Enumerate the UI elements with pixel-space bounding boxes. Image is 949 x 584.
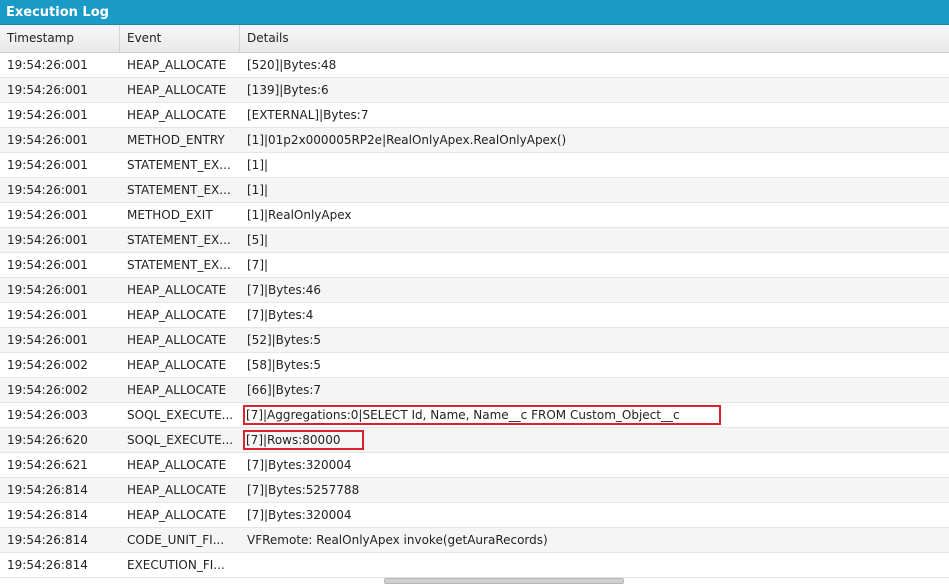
column-header-details[interactable]: Details — [240, 25, 949, 52]
highlighted-row-count: [7]|Rows:80000 — [243, 430, 364, 450]
highlighted-soql-query: [7]|Aggregations:0|SELECT Id, Name, Name… — [243, 405, 721, 425]
timestamp-cell: 19:54:26:814 — [7, 508, 88, 522]
details-cell: [7]|Bytes:5257788 — [247, 483, 360, 497]
event-cell: HEAP_ALLOCATE — [127, 283, 227, 297]
event-cell: HEAP_ALLOCATE — [127, 358, 227, 372]
event-cell: STATEMENT_EX... — [127, 158, 231, 172]
timestamp-cell: 19:54:26:001 — [7, 108, 88, 122]
details-cell: [5]| — [247, 233, 269, 247]
table-header: Timestamp Event Details — [0, 25, 949, 53]
event-cell: HEAP_ALLOCATE — [127, 383, 227, 397]
event-cell: HEAP_ALLOCATE — [127, 508, 227, 522]
details-cell: [7]|Bytes:46 — [247, 283, 322, 297]
table-row[interactable]: 19:54:26:620 SOQL_EXECUTE... [7]|Rows:80… — [0, 428, 949, 453]
table-row[interactable]: 19:54:26:001 HEAP_ALLOCATE [52]|Bytes:5 — [0, 328, 949, 353]
event-cell: CODE_UNIT_FI... — [127, 533, 225, 547]
event-cell: STATEMENT_EX... — [127, 233, 231, 247]
event-cell: HEAP_ALLOCATE — [127, 58, 227, 72]
timestamp-cell: 19:54:26:814 — [7, 558, 88, 572]
table-row[interactable]: 19:54:26:001 METHOD_EXIT [1]|RealOnlyApe… — [0, 203, 949, 228]
details-cell: VFRemote: RealOnlyApex invoke(getAuraRec… — [247, 533, 548, 547]
details-cell: [7]|Bytes:320004 — [247, 508, 352, 522]
event-cell: HEAP_ALLOCATE — [127, 108, 227, 122]
details-cell: [7]|Rows:80000 — [240, 428, 949, 452]
timestamp-cell: 19:54:26:814 — [7, 483, 88, 497]
timestamp-cell: 19:54:26:002 — [7, 358, 88, 372]
details-cell: [520]|Bytes:48 — [247, 58, 337, 72]
event-cell: METHOD_ENTRY — [127, 133, 225, 147]
timestamp-cell: 19:54:26:001 — [7, 283, 88, 297]
timestamp-cell: 19:54:26:001 — [7, 333, 88, 347]
table-row[interactable]: 19:54:26:621 HEAP_ALLOCATE [7]|Bytes:320… — [0, 453, 949, 478]
timestamp-cell: 19:54:26:001 — [7, 83, 88, 97]
table-row[interactable]: 19:54:26:001 STATEMENT_EX... [7]| — [0, 253, 949, 278]
event-cell: EXECUTION_FI... — [127, 558, 225, 572]
details-cell — [240, 553, 949, 577]
log-table-body: 19:54:26:001 HEAP_ALLOCATE [520]|Bytes:4… — [0, 53, 949, 578]
timestamp-cell: 19:54:26:621 — [7, 458, 88, 472]
event-cell: METHOD_EXIT — [127, 208, 213, 222]
column-header-event[interactable]: Event — [120, 25, 240, 52]
details-cell: [58]|Bytes:5 — [247, 358, 322, 372]
details-cell: [7]| — [247, 258, 269, 272]
event-cell: HEAP_ALLOCATE — [127, 333, 227, 347]
details-cell: [52]|Bytes:5 — [247, 333, 322, 347]
details-cell: [1]|01p2x000005RP2e|RealOnlyApex.RealOnl… — [247, 133, 567, 147]
table-row[interactable]: 19:54:26:003 SOQL_EXECUTE... [7]|Aggrega… — [0, 403, 949, 428]
column-header-timestamp[interactable]: Timestamp — [0, 25, 120, 52]
timestamp-cell: 19:54:26:001 — [7, 258, 88, 272]
table-row[interactable]: 19:54:26:001 METHOD_ENTRY [1]|01p2x00000… — [0, 128, 949, 153]
timestamp-cell: 19:54:26:001 — [7, 233, 88, 247]
horizontal-scrollbar-thumb[interactable] — [384, 578, 624, 584]
table-row[interactable]: 19:54:26:001 STATEMENT_EX... [1]| — [0, 178, 949, 203]
timestamp-cell: 19:54:26:620 — [7, 433, 88, 447]
table-row[interactable]: 19:54:26:001 STATEMENT_EX... [5]| — [0, 228, 949, 253]
details-cell: [7]|Bytes:320004 — [247, 458, 352, 472]
timestamp-cell: 19:54:26:001 — [7, 183, 88, 197]
event-cell: SOQL_EXECUTE... — [127, 433, 234, 447]
details-cell: [7]|Bytes:4 — [247, 308, 314, 322]
table-row[interactable]: 19:54:26:814 CODE_UNIT_FI... VFRemote: R… — [0, 528, 949, 553]
details-cell: [7]|Aggregations:0|SELECT Id, Name, Name… — [240, 403, 949, 427]
details-cell: [139]|Bytes:6 — [247, 83, 329, 97]
timestamp-cell: 19:54:26:002 — [7, 383, 88, 397]
table-row[interactable]: 19:54:26:002 HEAP_ALLOCATE [58]|Bytes:5 — [0, 353, 949, 378]
event-cell: STATEMENT_EX... — [127, 258, 231, 272]
details-cell: [1]| — [247, 183, 269, 197]
timestamp-cell: 19:54:26:003 — [7, 408, 88, 422]
table-row[interactable]: 19:54:26:002 HEAP_ALLOCATE [66]|Bytes:7 — [0, 378, 949, 403]
timestamp-cell: 19:54:26:814 — [7, 533, 88, 547]
table-row[interactable]: 19:54:26:814 EXECUTION_FI... — [0, 553, 949, 578]
timestamp-cell: 19:54:26:001 — [7, 158, 88, 172]
event-cell: HEAP_ALLOCATE — [127, 483, 227, 497]
table-row[interactable]: 19:54:26:001 HEAP_ALLOCATE [7]|Bytes:46 — [0, 278, 949, 303]
table-row[interactable]: 19:54:26:814 HEAP_ALLOCATE [7]|Bytes:525… — [0, 478, 949, 503]
execution-log-panel: Execution Log Timestamp Event Details 19… — [0, 0, 949, 584]
event-cell: HEAP_ALLOCATE — [127, 308, 227, 322]
table-row[interactable]: 19:54:26:001 HEAP_ALLOCATE [7]|Bytes:4 — [0, 303, 949, 328]
timestamp-cell: 19:54:26:001 — [7, 308, 88, 322]
details-cell: [1]| — [247, 158, 269, 172]
table-row[interactable]: 19:54:26:001 STATEMENT_EX... [1]| — [0, 153, 949, 178]
event-cell: SOQL_EXECUTE... — [127, 408, 234, 422]
details-cell: [1]|RealOnlyApex — [247, 208, 352, 222]
table-row[interactable]: 19:54:26:001 HEAP_ALLOCATE [520]|Bytes:4… — [0, 53, 949, 78]
timestamp-cell: 19:54:26:001 — [7, 58, 88, 72]
timestamp-cell: 19:54:26:001 — [7, 133, 88, 147]
table-row[interactable]: 19:54:26:814 HEAP_ALLOCATE [7]|Bytes:320… — [0, 503, 949, 528]
timestamp-cell: 19:54:26:001 — [7, 208, 88, 222]
event-cell: STATEMENT_EX... — [127, 183, 231, 197]
details-cell: [66]|Bytes:7 — [247, 383, 322, 397]
event-cell: HEAP_ALLOCATE — [127, 458, 227, 472]
table-row[interactable]: 19:54:26:001 HEAP_ALLOCATE [139]|Bytes:6 — [0, 78, 949, 103]
event-cell: HEAP_ALLOCATE — [127, 83, 227, 97]
details-cell: [EXTERNAL]|Bytes:7 — [247, 108, 369, 122]
table-row[interactable]: 19:54:26:001 HEAP_ALLOCATE [EXTERNAL]|By… — [0, 103, 949, 128]
panel-title: Execution Log — [0, 0, 949, 25]
